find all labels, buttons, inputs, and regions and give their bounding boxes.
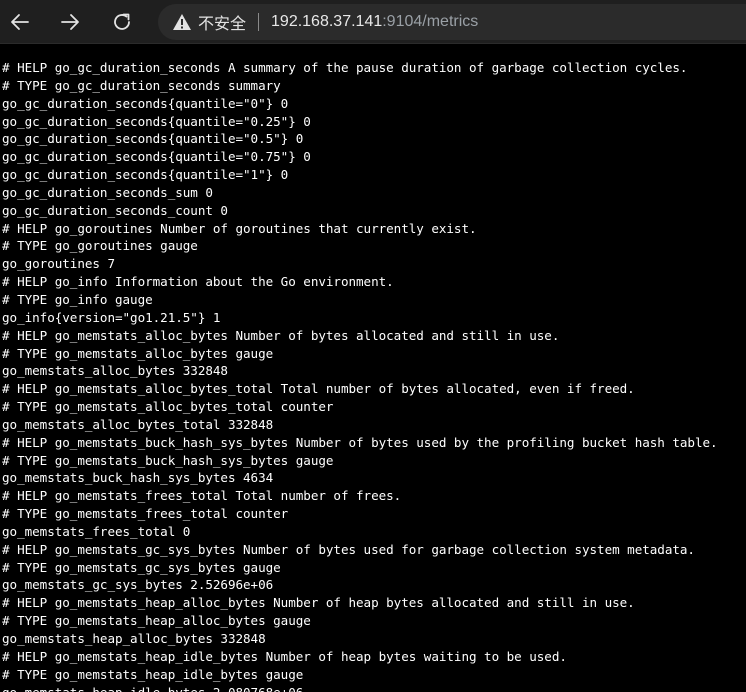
- browser-toolbar: 不安全 192.168.37.141:9104/metrics: [0, 0, 746, 44]
- metrics-text: # HELP go_gc_duration_seconds A summary …: [0, 44, 746, 692]
- metrics-line: # HELP go_memstats_frees_total Total num…: [2, 488, 402, 504]
- page-content: # HELP go_gc_duration_seconds A summary …: [0, 44, 746, 692]
- metrics-line: # HELP go_memstats_buck_hash_sys_bytes N…: [2, 434, 718, 450]
- metrics-line: # TYPE go_memstats_buck_hash_sys_bytes g…: [2, 452, 334, 468]
- metrics-line: go_gc_duration_seconds{quantile="1"} 0: [2, 167, 289, 183]
- metrics-line: # TYPE go_info gauge: [2, 291, 153, 307]
- metrics-line: go_memstats_buck_hash_sys_bytes 4634: [2, 470, 274, 486]
- metrics-line: # HELP go_memstats_alloc_bytes Number of…: [2, 327, 560, 343]
- metrics-line: go_memstats_alloc_bytes_total 332848: [2, 416, 274, 432]
- metrics-line: # TYPE go_gc_duration_seconds summary: [2, 77, 281, 93]
- metrics-line: # TYPE go_memstats_alloc_bytes_total cou…: [2, 399, 334, 415]
- forward-button[interactable]: [54, 6, 86, 38]
- metrics-line: go_memstats_alloc_bytes 332848: [2, 363, 228, 379]
- metrics-line: go_info{version="go1.21.5"} 1: [2, 309, 221, 325]
- metrics-line: # HELP go_memstats_heap_idle_bytes Numbe…: [2, 648, 567, 664]
- metrics-line: # HELP go_info Information about the Go …: [2, 274, 394, 290]
- metrics-line: # TYPE go_memstats_frees_total counter: [2, 506, 289, 522]
- metrics-line: go_gc_duration_seconds{quantile="0.5"} 0: [2, 131, 304, 147]
- reload-button[interactable]: [106, 6, 138, 38]
- metrics-line: # HELP go_goroutines Number of goroutine…: [2, 220, 477, 236]
- metrics-line: go_gc_duration_seconds{quantile="0.25"} …: [2, 113, 311, 129]
- metrics-line: # HELP go_gc_duration_seconds A summary …: [2, 60, 688, 75]
- metrics-line: # TYPE go_goroutines gauge: [2, 238, 198, 254]
- reload-icon: [114, 13, 130, 30]
- warning-triangle-icon[interactable]: [172, 13, 192, 31]
- metrics-line: go_memstats_frees_total 0: [2, 523, 191, 539]
- metrics-line: go_gc_duration_seconds{quantile="0"} 0: [2, 95, 289, 111]
- metrics-line: go_gc_duration_seconds_count 0: [2, 202, 228, 218]
- address-bar[interactable]: 不安全 192.168.37.141:9104/metrics: [158, 4, 746, 40]
- metrics-line: # TYPE go_memstats_heap_alloc_bytes gaug…: [2, 613, 311, 629]
- metrics-line: # TYPE go_memstats_gc_sys_bytes gauge: [2, 559, 281, 575]
- back-arrow-icon: [11, 14, 29, 30]
- metrics-line: # TYPE go_memstats_heap_idle_bytes gauge: [2, 666, 304, 682]
- metrics-line: go_memstats_heap_idle_bytes 2.080768e+06: [2, 684, 746, 692]
- address-divider: [258, 13, 260, 31]
- metrics-line: # HELP go_memstats_gc_sys_bytes Number o…: [2, 541, 695, 557]
- metrics-line: go_memstats_gc_sys_bytes 2.52696e+06: [2, 577, 274, 593]
- security-status-label[interactable]: 不安全: [198, 10, 246, 34]
- back-button[interactable]: [4, 6, 36, 38]
- metrics-line: # TYPE go_memstats_alloc_bytes gauge: [2, 345, 274, 361]
- metrics-line: # HELP go_memstats_heap_alloc_bytes Numb…: [2, 595, 635, 611]
- url-host[interactable]: 192.168.37.141: [271, 13, 382, 31]
- metrics-line: go_memstats_heap_alloc_bytes 332848: [2, 631, 266, 646]
- metrics-line: go_gc_duration_seconds_sum 0: [2, 184, 213, 200]
- metrics-line: # HELP go_memstats_alloc_bytes_total Tot…: [2, 381, 635, 397]
- url-path[interactable]: :9104/metrics: [382, 13, 478, 31]
- metrics-line: go_gc_duration_seconds{quantile="0.75"} …: [2, 149, 311, 165]
- metrics-line: go_goroutines 7: [2, 256, 115, 272]
- forward-arrow-icon: [61, 14, 79, 30]
